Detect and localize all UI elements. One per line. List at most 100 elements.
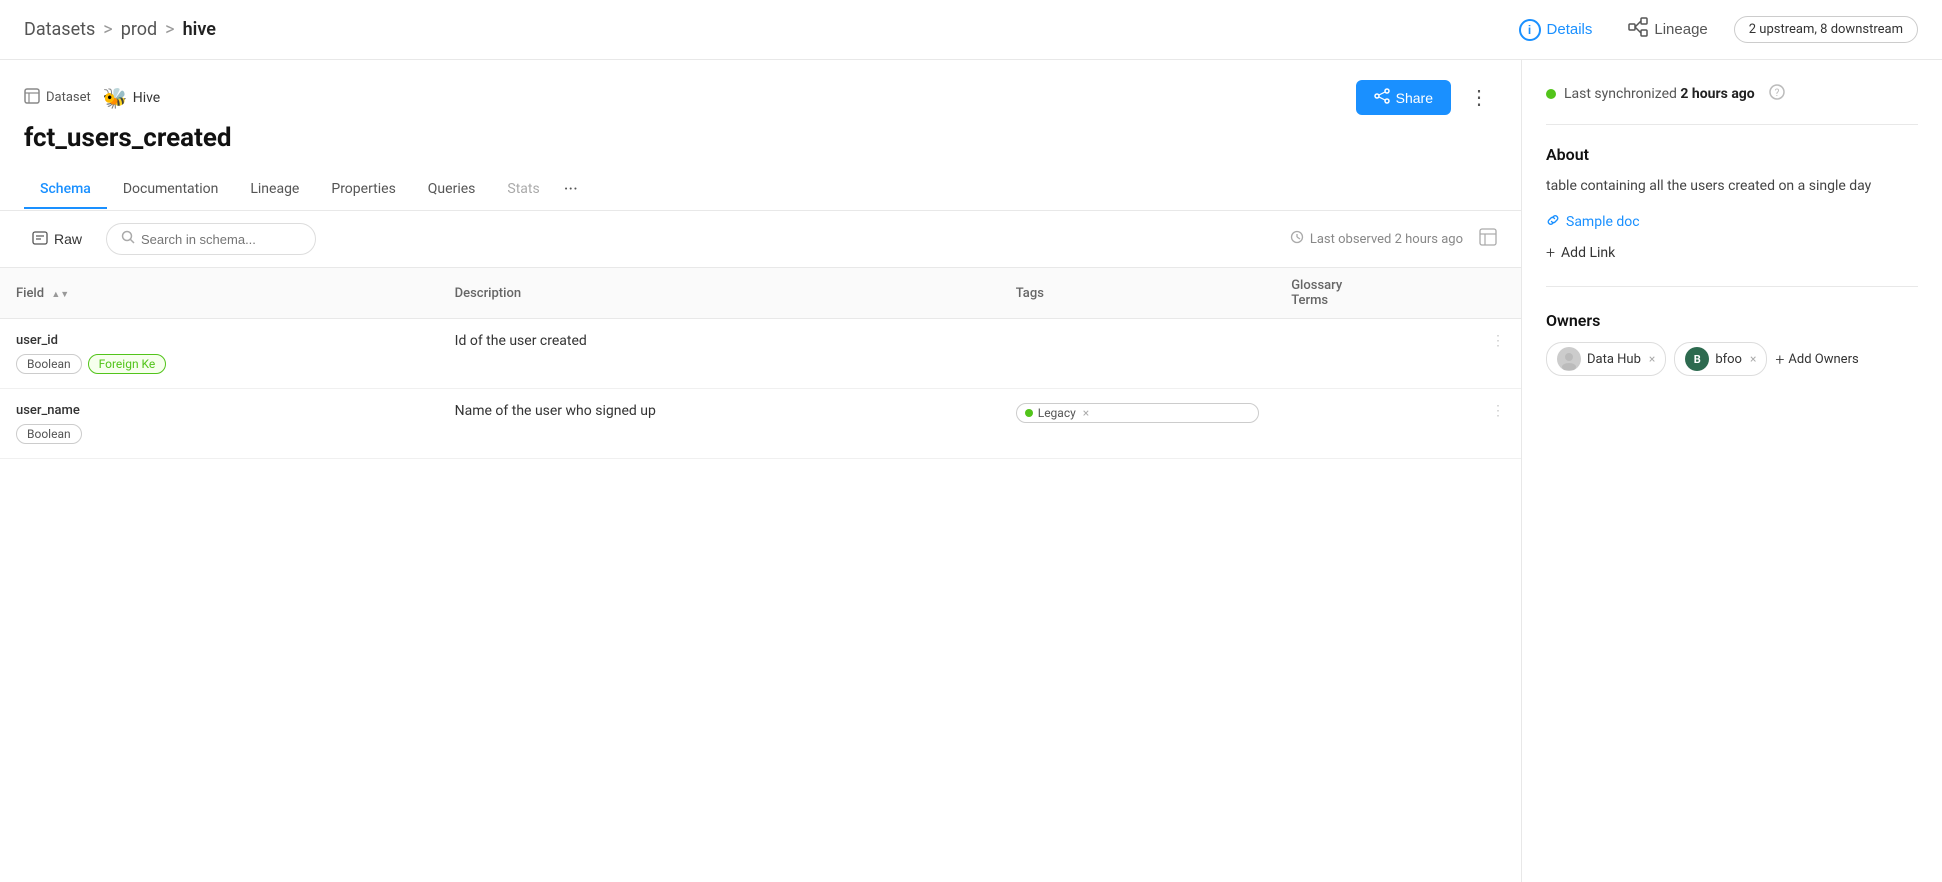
dataset-meta-left: Dataset 🐝 Hive bbox=[24, 86, 160, 110]
about-text: table containing all the users created o… bbox=[1546, 176, 1918, 197]
breadcrumb-datasets[interactable]: Datasets bbox=[24, 19, 95, 40]
col-actions bbox=[1475, 268, 1521, 319]
type-tag-1: Boolean bbox=[16, 354, 82, 374]
right-panel: Last synchronized 2 hours ago ? About ta… bbox=[1522, 60, 1942, 882]
add-link-button[interactable]: + Add Link bbox=[1546, 243, 1918, 262]
field-name-2: user_name bbox=[16, 403, 423, 418]
lineage-icon bbox=[1628, 17, 1648, 42]
details-label: Details bbox=[1547, 21, 1593, 38]
last-observed: Last observed 2 hours ago bbox=[1290, 230, 1463, 248]
sync-time: 2 hours ago bbox=[1680, 86, 1754, 102]
owners-list: Data Hub × B bfoo × + Add Owners bbox=[1546, 342, 1918, 376]
hive-badge: 🐝 Hive bbox=[103, 86, 160, 110]
top-nav: Datasets > prod > hive i Details Lineage… bbox=[0, 0, 1942, 60]
breadcrumb: Datasets > prod > hive bbox=[24, 19, 216, 40]
upstream-badge[interactable]: 2 upstream, 8 downstream bbox=[1734, 16, 1918, 43]
owner-remove-bfoo[interactable]: × bbox=[1750, 352, 1756, 366]
add-owners-plus-icon: + bbox=[1775, 350, 1784, 369]
table-row: user_id Boolean Foreign Ke Id of the use… bbox=[0, 319, 1521, 389]
dataset-title: fct_users_created bbox=[24, 123, 1497, 153]
owner-avatar-datahub bbox=[1557, 347, 1581, 371]
tab-more-button[interactable]: ··· bbox=[556, 169, 586, 210]
row-more-1[interactable]: ⋮ bbox=[1475, 319, 1521, 389]
sort-arrows-field: ▲▼ bbox=[51, 289, 69, 300]
description-cell-2: Name of the user who signed up bbox=[439, 389, 1000, 459]
description-cell-1: Id of the user created bbox=[439, 319, 1000, 389]
breadcrumb-hive[interactable]: hive bbox=[183, 19, 216, 40]
fk-tag-1: Foreign Ke bbox=[88, 354, 167, 374]
owner-name-bfoo: bfoo bbox=[1715, 352, 1742, 367]
tab-lineage[interactable]: Lineage bbox=[234, 171, 315, 209]
type-tag-2: Boolean bbox=[16, 424, 82, 444]
glossary-cell-2 bbox=[1275, 389, 1475, 459]
schema-search-input[interactable] bbox=[141, 232, 301, 247]
share-label: Share bbox=[1396, 90, 1433, 106]
dataset-header: Dataset 🐝 Hive bbox=[0, 60, 1521, 211]
legacy-dot bbox=[1025, 409, 1033, 417]
dataset-meta: Dataset 🐝 Hive bbox=[24, 80, 1497, 115]
col-tags: Tags bbox=[1000, 268, 1275, 319]
add-link-label: Add Link bbox=[1561, 245, 1615, 261]
tab-schema[interactable]: Schema bbox=[24, 171, 107, 209]
breadcrumb-sep2: > bbox=[165, 19, 174, 40]
schema-search-box[interactable] bbox=[106, 223, 316, 255]
share-button[interactable]: Share bbox=[1356, 80, 1451, 115]
tags-cell-2: Legacy × bbox=[1000, 389, 1275, 459]
glossary-cell-1 bbox=[1275, 319, 1475, 389]
sync-status: Last synchronized 2 hours ago ? bbox=[1546, 84, 1918, 125]
owner-chip-bfoo: B bfoo × bbox=[1674, 342, 1767, 376]
col-description: Description bbox=[439, 268, 1000, 319]
owners-title: Owners bbox=[1546, 311, 1918, 330]
details-button[interactable]: i Details bbox=[1509, 13, 1603, 47]
add-owners-button[interactable]: + Add Owners bbox=[1775, 350, 1858, 369]
tab-documentation[interactable]: Documentation bbox=[107, 171, 235, 209]
lineage-label: Lineage bbox=[1654, 21, 1707, 38]
col-field[interactable]: Field ▲▼ bbox=[0, 268, 439, 319]
help-icon[interactable]: ? bbox=[1769, 84, 1785, 104]
owners-section: Owners Data Hub × B bfoo × + Add Owners bbox=[1546, 311, 1918, 376]
hive-label: Hive bbox=[133, 90, 161, 106]
add-owners-label: Add Owners bbox=[1788, 352, 1858, 367]
tags-cell-1 bbox=[1000, 319, 1275, 389]
breadcrumb-sep1: > bbox=[103, 19, 112, 40]
description-text-1: Id of the user created bbox=[455, 333, 587, 349]
owner-name-datahub: Data Hub bbox=[1587, 352, 1641, 367]
sync-label: Last synchronized bbox=[1564, 86, 1677, 102]
field-tags-1: Boolean Foreign Ke bbox=[16, 354, 423, 374]
info-icon: i bbox=[1519, 19, 1541, 41]
dataset-meta-right: Share ⋮ bbox=[1356, 80, 1497, 115]
breadcrumb-prod[interactable]: prod bbox=[121, 19, 157, 40]
plus-icon: + bbox=[1546, 243, 1555, 262]
sync-dot bbox=[1546, 89, 1556, 99]
more-options-button[interactable]: ⋮ bbox=[1461, 81, 1497, 114]
dataset-type: Dataset bbox=[24, 88, 91, 108]
col-glossary: GlossaryTerms bbox=[1275, 268, 1475, 319]
owner-avatar-bfoo: B bbox=[1685, 347, 1709, 371]
tab-queries[interactable]: Queries bbox=[412, 171, 492, 209]
sample-doc-link[interactable]: Sample doc bbox=[1546, 213, 1918, 231]
field-name-1: user_id bbox=[16, 333, 423, 348]
raw-button[interactable]: Raw bbox=[24, 226, 90, 253]
main-layout: Dataset 🐝 Hive bbox=[0, 60, 1942, 882]
last-observed-text: Last observed 2 hours ago bbox=[1310, 232, 1463, 247]
schema-view-icon[interactable] bbox=[1479, 228, 1497, 250]
schema-toolbar: Raw Last o bbox=[0, 211, 1521, 268]
about-title: About bbox=[1546, 145, 1918, 164]
link-icon bbox=[1546, 213, 1560, 231]
sample-doc-label: Sample doc bbox=[1566, 214, 1640, 230]
legacy-remove[interactable]: × bbox=[1083, 406, 1089, 420]
tabs: Schema Documentation Lineage Properties … bbox=[24, 169, 1497, 210]
hive-icon: 🐝 bbox=[103, 86, 128, 110]
lineage-button[interactable]: Lineage bbox=[1618, 11, 1717, 48]
schema-table: Field ▲▼ Description Tags GlossaryTerms … bbox=[0, 268, 1521, 459]
tab-properties[interactable]: Properties bbox=[315, 171, 411, 209]
share-icon bbox=[1374, 88, 1390, 107]
top-nav-actions: i Details Lineage 2 upstream, 8 downstre… bbox=[1509, 11, 1918, 48]
dataset-type-label: Dataset bbox=[46, 90, 91, 105]
svg-text:?: ? bbox=[1774, 88, 1779, 99]
owner-chip-datahub: Data Hub × bbox=[1546, 342, 1666, 376]
table-row: user_name Boolean Name of the user who s… bbox=[0, 389, 1521, 459]
description-text-2: Name of the user who signed up bbox=[455, 403, 656, 419]
row-more-2[interactable]: ⋮ bbox=[1475, 389, 1521, 459]
owner-remove-datahub[interactable]: × bbox=[1649, 352, 1655, 366]
